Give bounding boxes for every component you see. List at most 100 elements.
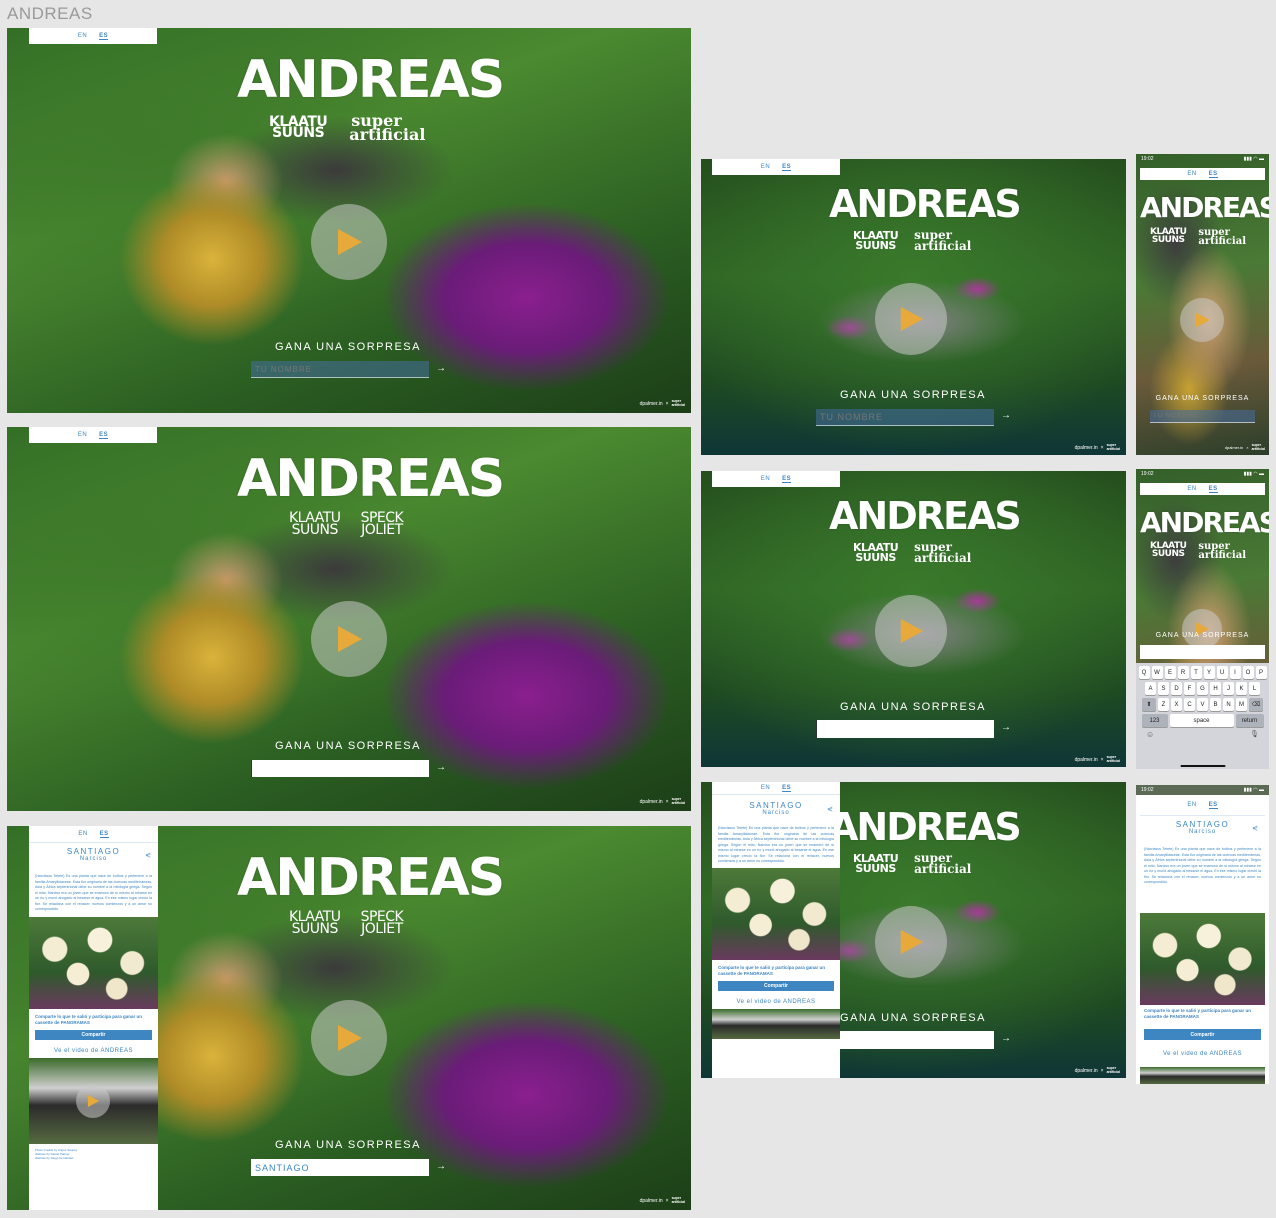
credits-site[interactable]: dpalmer.in bbox=[1075, 757, 1098, 763]
play-button[interactable] bbox=[875, 283, 947, 355]
key-p[interactable]: P bbox=[1255, 666, 1267, 679]
video-thumbnail[interactable] bbox=[712, 1008, 840, 1039]
home-indicator[interactable] bbox=[1180, 765, 1225, 767]
lang-en-link[interactable]: EN bbox=[78, 33, 87, 39]
name-input[interactable] bbox=[251, 1159, 429, 1176]
return-key[interactable]: return bbox=[1235, 714, 1264, 727]
name-input[interactable] bbox=[816, 1031, 994, 1049]
shift-key[interactable]: ⬆ bbox=[1142, 698, 1156, 711]
lang-es-link[interactable]: ES bbox=[1208, 171, 1218, 178]
lang-es-link[interactable]: ES bbox=[1208, 802, 1218, 809]
backspace-key[interactable]: ⌫ bbox=[1249, 698, 1263, 711]
share-button[interactable]: Compartir bbox=[1144, 1029, 1261, 1040]
submit-arrow-button[interactable]: → bbox=[436, 363, 446, 374]
key-i[interactable]: I bbox=[1229, 666, 1241, 679]
lang-en-link[interactable]: EN bbox=[1187, 802, 1196, 808]
submit-arrow-button[interactable]: → bbox=[1001, 1033, 1011, 1044]
lang-es-link[interactable]: ES bbox=[782, 476, 792, 483]
key-z[interactable]: Z bbox=[1158, 698, 1169, 711]
play-icon bbox=[87, 1094, 100, 1107]
lang-en-link[interactable]: EN bbox=[1187, 486, 1196, 492]
share-button[interactable]: Compartir bbox=[718, 980, 834, 991]
name-input[interactable] bbox=[251, 760, 429, 777]
emoji-icon[interactable]: ☺ bbox=[1146, 730, 1154, 739]
play-button[interactable] bbox=[1180, 298, 1224, 342]
credits-site[interactable]: dpalmer.in bbox=[640, 799, 663, 805]
key-m[interactable]: M bbox=[1236, 698, 1247, 711]
key-a[interactable]: A bbox=[1145, 682, 1156, 695]
credits-site[interactable]: dpalmer.in bbox=[1225, 445, 1243, 450]
lang-en-link[interactable]: EN bbox=[78, 831, 87, 837]
key-y[interactable]: Y bbox=[1203, 666, 1215, 679]
keyboard-row-3: ⬆ ZXCVBNM ⌫ bbox=[1138, 698, 1267, 711]
suuns-text: SUUNS bbox=[855, 861, 896, 875]
lang-es-link[interactable]: ES bbox=[782, 785, 792, 792]
key-q[interactable]: Q bbox=[1138, 666, 1150, 679]
name-input[interactable] bbox=[816, 409, 994, 426]
key-e[interactable]: E bbox=[1164, 666, 1176, 679]
key-k[interactable]: K bbox=[1236, 682, 1247, 695]
lang-en-link[interactable]: EN bbox=[761, 164, 770, 170]
key-g[interactable]: G bbox=[1197, 682, 1208, 695]
submit-arrow-button[interactable]: → bbox=[1001, 722, 1011, 733]
key-d[interactable]: D bbox=[1171, 682, 1182, 695]
play-button[interactable] bbox=[875, 595, 947, 667]
submit-arrow-button[interactable]: → bbox=[1001, 410, 1011, 421]
credits-site[interactable]: dpalmer.in bbox=[1075, 445, 1098, 451]
lang-es-link[interactable]: ES bbox=[99, 33, 109, 40]
share-icon[interactable]: ⋞ bbox=[1252, 824, 1258, 832]
play-button[interactable] bbox=[1182, 609, 1222, 649]
video-thumbnail[interactable] bbox=[29, 1057, 158, 1144]
credits-site[interactable]: dpalmer.in bbox=[1075, 1068, 1098, 1074]
lang-es-link[interactable]: ES bbox=[782, 164, 792, 171]
label-logos: KLAATU SUUNS super artificial bbox=[853, 541, 971, 564]
numbers-key[interactable]: 123 bbox=[1141, 714, 1168, 727]
submit-arrow-button[interactable]: → bbox=[436, 762, 446, 773]
video-link[interactable]: Ve el video de ANDREAS bbox=[712, 991, 840, 1009]
play-button[interactable] bbox=[311, 601, 387, 677]
key-w[interactable]: W bbox=[1151, 666, 1163, 679]
credits-site[interactable]: dpalmer.in bbox=[640, 401, 663, 407]
submit-arrow-button[interactable]: → bbox=[436, 1161, 446, 1172]
key-h[interactable]: H bbox=[1210, 682, 1221, 695]
key-c[interactable]: C bbox=[1184, 698, 1195, 711]
key-j[interactable]: J bbox=[1223, 682, 1234, 695]
key-v[interactable]: V bbox=[1197, 698, 1208, 711]
video-thumbnail[interactable] bbox=[1140, 1067, 1265, 1084]
share-icon[interactable]: ⋞ bbox=[827, 805, 833, 813]
name-input[interactable] bbox=[1140, 645, 1265, 659]
lang-en-link[interactable]: EN bbox=[1187, 171, 1196, 177]
play-button[interactable] bbox=[875, 906, 947, 978]
key-u[interactable]: U bbox=[1216, 666, 1228, 679]
key-s[interactable]: S bbox=[1158, 682, 1169, 695]
play-button[interactable] bbox=[311, 204, 387, 280]
video-link[interactable]: Ve el video de ANDREAS bbox=[29, 1040, 158, 1058]
name-input[interactable] bbox=[816, 720, 994, 738]
name-input[interactable] bbox=[1150, 410, 1255, 423]
thumb-play-button[interactable] bbox=[76, 1083, 110, 1118]
microphone-icon[interactable]: 🎙 bbox=[1250, 730, 1259, 739]
share-icon[interactable]: ⋞ bbox=[145, 851, 151, 859]
key-b[interactable]: B bbox=[1210, 698, 1221, 711]
video-link[interactable]: Ve el video de ANDREAS bbox=[1140, 1051, 1265, 1057]
lang-es-link[interactable]: ES bbox=[1208, 486, 1218, 493]
lang-en-link[interactable]: EN bbox=[761, 476, 770, 482]
space-key[interactable]: space bbox=[1169, 714, 1234, 727]
key-t[interactable]: T bbox=[1190, 666, 1202, 679]
credits-site[interactable]: dpalmer.in bbox=[640, 1198, 663, 1204]
credits-brand: super artificial bbox=[672, 797, 685, 805]
lang-es-link[interactable]: ES bbox=[99, 432, 109, 439]
share-button[interactable]: Compartir bbox=[35, 1029, 152, 1040]
key-o[interactable]: O bbox=[1242, 666, 1254, 679]
key-l[interactable]: L bbox=[1249, 682, 1260, 695]
key-n[interactable]: N bbox=[1223, 698, 1234, 711]
credits-brand-2: artificial bbox=[671, 1199, 685, 1204]
name-input[interactable] bbox=[251, 361, 429, 378]
lang-es-link[interactable]: ES bbox=[99, 831, 109, 838]
play-button[interactable] bbox=[311, 1000, 387, 1076]
key-r[interactable]: R bbox=[1177, 666, 1189, 679]
key-x[interactable]: X bbox=[1171, 698, 1182, 711]
lang-en-link[interactable]: EN bbox=[761, 785, 770, 791]
lang-en-link[interactable]: EN bbox=[78, 432, 87, 438]
key-f[interactable]: F bbox=[1184, 682, 1195, 695]
